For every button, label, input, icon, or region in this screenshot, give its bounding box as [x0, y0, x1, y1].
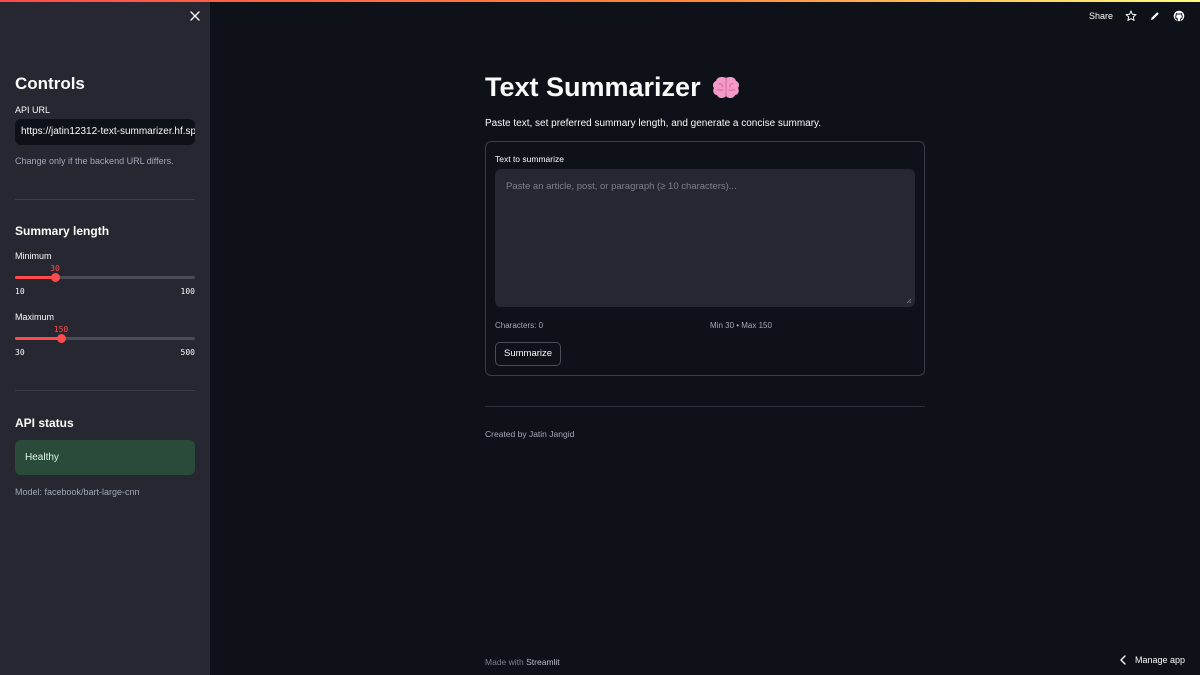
footer-brand-link[interactable]: Streamlit	[526, 657, 560, 667]
summarize-form: Text to summarize Paste an article, post…	[485, 141, 925, 376]
api-url-input[interactable]: https://jatin12312-text-summarizer.hf.sp…	[15, 119, 195, 145]
max-slider-label: Maximum	[15, 312, 55, 322]
text-input-area[interactable]: Paste an article, post, or paragraph (≥ …	[495, 169, 915, 307]
top-decoration-bar	[0, 0, 1200, 2]
max-slider[interactable]: 150 30 500	[15, 325, 195, 359]
header-toolbar: Share	[1089, 8, 1185, 24]
star-icon[interactable]	[1125, 10, 1137, 22]
slider-thumb[interactable]	[51, 273, 60, 282]
sidebar: Controls API URL https://jatin12312-text…	[0, 0, 210, 675]
edit-icon[interactable]	[1149, 10, 1161, 22]
textarea-placeholder: Paste an article, post, or paragraph (≥ …	[506, 181, 737, 192]
min-slider-label: Minimum	[15, 251, 52, 261]
controls-heading: Controls	[15, 74, 85, 93]
sidebar-divider	[15, 199, 195, 200]
manage-app-label: Manage app	[1134, 655, 1185, 665]
chevron-left-icon	[1119, 655, 1126, 665]
page-title-text: Text Summarizer	[485, 72, 701, 102]
share-button[interactable]: Share	[1089, 11, 1113, 21]
api-url-label: API URL	[15, 105, 51, 115]
page-title: Text Summarizer	[485, 72, 741, 103]
api-status-heading: API status	[15, 416, 74, 430]
resize-grip-icon[interactable]	[906, 298, 912, 304]
github-icon[interactable]	[1173, 10, 1185, 22]
textarea-label: Text to summarize	[495, 154, 564, 164]
api-url-help: Change only if the backend URL differs.	[15, 156, 174, 166]
slider-fill	[15, 337, 61, 340]
slider-value: 30	[50, 264, 60, 273]
slider-thumb[interactable]	[57, 334, 66, 343]
slider-value: 150	[53, 325, 69, 334]
footer-made-with: Made with	[485, 657, 524, 667]
sidebar-divider	[15, 390, 195, 391]
model-caption: Model: facebook/bart-large-cnn	[15, 487, 140, 497]
status-badge: Healthy	[15, 440, 195, 475]
manage-app-button[interactable]: Manage app	[1119, 655, 1185, 665]
close-icon[interactable]	[188, 9, 202, 23]
slider-min-label: 10	[15, 287, 25, 296]
slider-max-label: 100	[180, 287, 195, 296]
credit-text: Created by Jatin Jangid	[485, 429, 575, 439]
slider-fill	[15, 276, 55, 279]
page-subtitle: Paste text, set preferred summary length…	[485, 118, 822, 129]
main-divider	[485, 406, 925, 407]
character-count: Characters: 0	[495, 321, 544, 330]
length-range-text: Min 30 • Max 150	[710, 321, 772, 330]
slider-max-label: 500	[180, 348, 195, 357]
min-slider[interactable]: 30 10 100	[15, 264, 195, 298]
summarize-button[interactable]: Summarize	[495, 342, 562, 366]
brain-icon	[712, 76, 739, 98]
slider-min-label: 30	[15, 348, 25, 357]
footer: Made with Streamlit	[485, 657, 560, 667]
summary-length-heading: Summary length	[15, 224, 110, 238]
